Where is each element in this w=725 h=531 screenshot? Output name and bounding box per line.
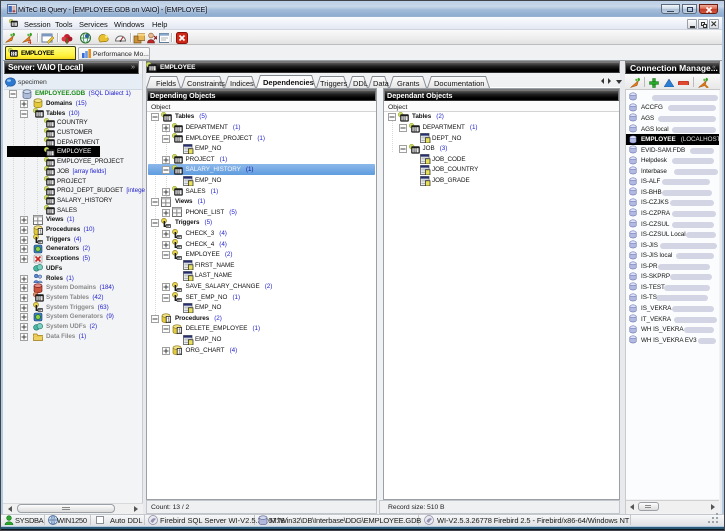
svg-text:1: 1 [178,350,181,356]
svg-text:1: 1 [167,318,170,324]
svg-text:4: 4 [28,40,32,44]
svg-text:1: 1 [178,328,181,334]
